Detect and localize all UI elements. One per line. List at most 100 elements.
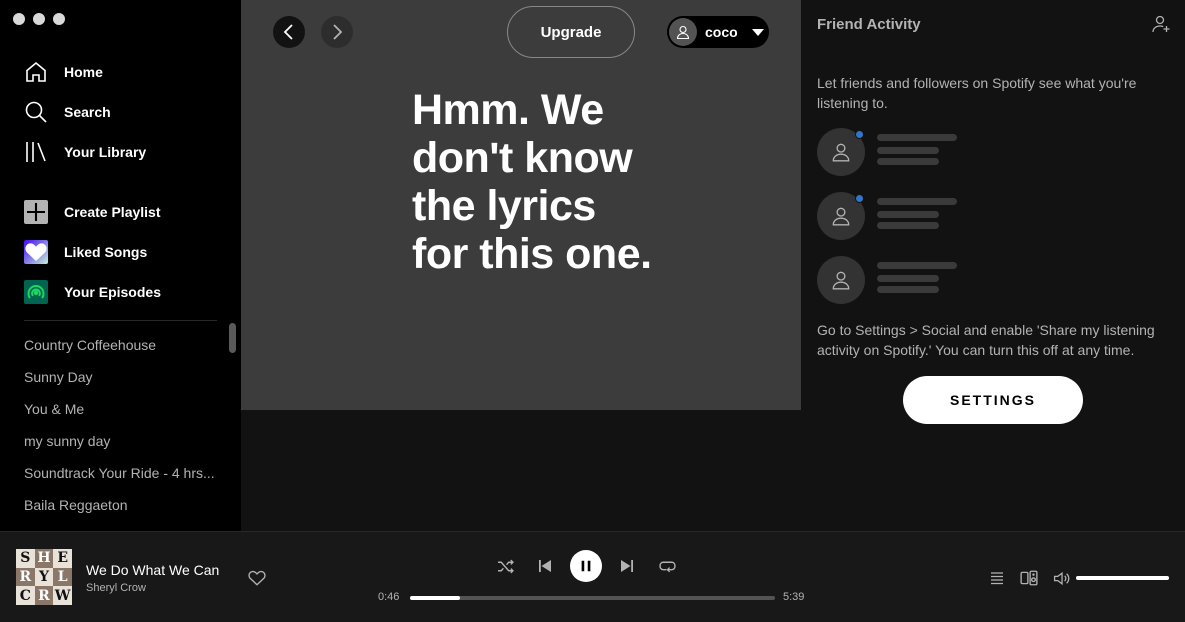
online-indicator [855, 130, 864, 139]
friend-activity-title: Friend Activity [817, 16, 921, 33]
volume-button[interactable] [1050, 568, 1072, 588]
placeholder-line [877, 211, 939, 218]
zoom-window-button[interactable] [53, 13, 65, 25]
caret-down-icon [751, 28, 764, 36]
track-artist[interactable]: Sheryl Crow [86, 582, 219, 594]
playlist-item[interactable]: Baila Reggaeton [24, 489, 219, 521]
sidebar: Home Search Your Library Create Playlist… [0, 0, 241, 531]
user-icon [832, 271, 850, 290]
friend-placeholder [817, 128, 1017, 176]
album-cover[interactable]: S H E R Y L C R W [16, 549, 72, 605]
next-button[interactable] [616, 555, 638, 577]
back-button[interactable] [273, 16, 305, 48]
nav-home[interactable]: Home [0, 52, 241, 92]
cover-letter: W [53, 586, 72, 605]
your-episodes-label: Your Episodes [64, 284, 161, 300]
avatar [669, 18, 697, 46]
skip-forward-icon [621, 560, 633, 572]
podcast-icon [24, 280, 48, 304]
skip-back-icon [539, 560, 551, 572]
plus-icon [24, 200, 48, 224]
placeholder-line [877, 134, 957, 141]
placeholder-line [877, 286, 939, 293]
liked-songs-button[interactable]: Liked Songs [0, 232, 241, 272]
track-info: We Do What We Can Sheryl Crow [86, 562, 219, 594]
playlist-item[interactable]: Sunny Day [24, 361, 219, 393]
friend-activity-intro: Let friends and followers on Spotify see… [817, 75, 1137, 111]
queue-icon [991, 572, 1003, 585]
cover-letter: Y [34, 567, 54, 587]
friend-activity-panel: Friend Activity Let friends and follower… [801, 0, 1185, 531]
main-view: Upgrade coco Hmm. We don't know the lyri… [241, 0, 801, 531]
online-indicator [855, 194, 864, 203]
previous-button[interactable] [534, 555, 556, 577]
sidebar-scrollbar[interactable] [229, 323, 236, 353]
minimize-window-button[interactable] [33, 13, 45, 25]
sidebar-divider [24, 320, 217, 321]
playlist-item[interactable]: Soundtrack Your Ride - 4 hrs... [24, 457, 219, 489]
user-menu-button[interactable]: coco [667, 16, 769, 48]
connect-device-button[interactable] [1018, 568, 1040, 588]
friend-placeholder [817, 256, 1017, 304]
playlist-item[interactable]: You & Me [24, 393, 219, 425]
playlist-list: Country Coffeehouse Sunny Day You & Me m… [24, 329, 219, 521]
friend-avatar [817, 256, 865, 304]
forward-button[interactable] [321, 16, 353, 48]
placeholder-line [877, 147, 939, 154]
now-playing-bar: S H E R Y L C R W We Do What We Can Sher… [0, 531, 1185, 622]
main-nav: Home Search Your Library [0, 52, 241, 172]
settings-button[interactable]: SETTINGS [903, 376, 1083, 424]
add-friend-icon[interactable] [1151, 14, 1171, 34]
home-icon [26, 61, 46, 82]
upgrade-button[interactable]: Upgrade [507, 6, 635, 58]
progress-fill [410, 596, 460, 600]
no-lyrics-message: Hmm. We don't know the lyrics for this o… [412, 86, 652, 278]
liked-songs-label: Liked Songs [64, 244, 148, 260]
current-time: 0:46 [378, 591, 400, 603]
repeat-button[interactable] [656, 555, 678, 577]
your-episodes-button[interactable]: Your Episodes [0, 272, 241, 312]
user-icon [832, 143, 850, 162]
shuffle-icon [497, 559, 514, 573]
create-playlist-button[interactable]: Create Playlist [0, 192, 241, 232]
nav-library[interactable]: Your Library [0, 132, 241, 172]
nav-home-label: Home [64, 64, 103, 80]
playback-controls [494, 550, 678, 582]
chevron-right-icon [333, 24, 343, 40]
close-window-button[interactable] [13, 13, 25, 25]
progress-bar[interactable] [410, 596, 775, 600]
playlist-actions: Create Playlist Liked Songs Your Episode… [0, 192, 241, 312]
heart-icon[interactable] [248, 569, 266, 587]
user-name: coco [705, 24, 738, 40]
user-icon [676, 25, 690, 40]
repeat-icon [658, 561, 676, 572]
friend-placeholder [817, 192, 1017, 240]
devices-icon [1020, 570, 1038, 586]
cover-letter: H [34, 549, 54, 568]
playlist-item[interactable]: Country Coffeehouse [24, 329, 219, 361]
placeholder-line [877, 158, 939, 165]
cover-letter: S [16, 549, 35, 568]
nav-search[interactable]: Search [0, 92, 241, 132]
cover-letter: R [16, 567, 35, 587]
volume-slider[interactable] [1076, 576, 1169, 580]
placeholder-line [877, 262, 957, 269]
heart-icon [24, 240, 48, 264]
cover-letter: C [16, 586, 35, 605]
window-controls [13, 13, 65, 25]
nav-search-label: Search [64, 104, 111, 120]
pause-button[interactable] [570, 550, 602, 582]
pause-icon [581, 560, 591, 572]
library-icon [26, 142, 46, 162]
chevron-left-icon [283, 24, 293, 40]
shuffle-button[interactable] [494, 555, 516, 577]
cover-letter: E [53, 549, 72, 568]
placeholder-line [877, 222, 939, 229]
create-playlist-label: Create Playlist [64, 204, 161, 220]
track-title[interactable]: We Do What We Can [86, 562, 219, 578]
user-icon [832, 207, 850, 226]
playlist-item[interactable]: my sunny day [24, 425, 219, 457]
nav-library-label: Your Library [64, 144, 147, 160]
track-duration: 5:39 [783, 591, 805, 603]
queue-button[interactable] [986, 568, 1008, 588]
